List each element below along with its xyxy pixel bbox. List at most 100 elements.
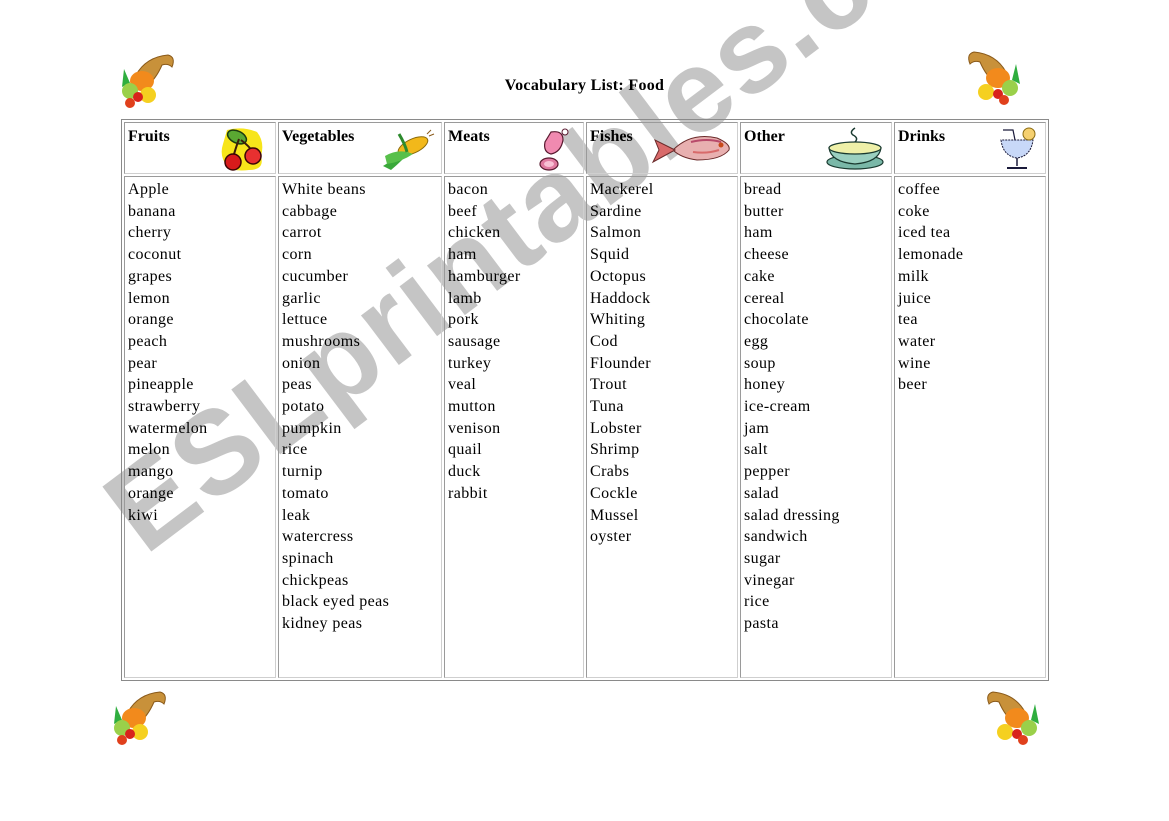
word-item: bacon [448,181,489,198]
word-item: beef [448,202,478,220]
word-item: cabbage [282,202,338,220]
word-item: butter [744,202,784,220]
word-item: jam [744,419,770,437]
fish-icon [651,126,735,172]
column-header: Other [744,128,785,145]
word-item: honey [744,376,786,394]
word-item: pear [128,354,158,372]
word-item: chickpeas [282,571,349,589]
word-item: leak [282,506,311,524]
corn-icon [379,126,435,172]
column-vegetables: White beans cabbage carrot corn cucumber garl… [278,176,442,678]
word-list: bread butter ham cheese cake cereal chocolate e… [744,177,888,635]
word-item: rice [282,441,308,459]
word-item: wine [898,354,931,372]
word-item: White beans [282,181,366,198]
word-item: turnip [282,463,323,481]
word-item: black eyed peas [282,593,390,611]
word-item: turkey [448,354,492,372]
word-item: duck [448,463,481,481]
word-item: Flounder [590,354,651,372]
word-item: ham [448,246,477,264]
word-item: Cod [590,332,618,350]
word-item: Squid [590,246,630,264]
word-item: mutton [448,398,496,416]
column-header: Fruits [128,128,170,145]
word-item: tea [898,311,918,329]
word-item: sandwich [744,528,808,546]
word-item: Lobster [590,419,642,437]
word-item: strawberry [128,398,201,416]
cornucopia-icon [116,53,180,111]
word-item: Whiting [590,311,646,329]
word-item: soup [744,354,776,372]
cornucopia-icon [962,50,1026,108]
word-item: milk [898,267,929,285]
word-item: banana [128,202,176,220]
word-list: Apple banana cherry coconut grapes lemon orang… [128,177,272,526]
word-item: lemon [128,289,170,307]
column-header: Meats [448,128,490,145]
word-item: melon [128,441,170,459]
word-item: cereal [744,289,785,307]
word-item: salt [744,441,768,459]
word-item: cake [744,267,775,285]
header-cell-fishes: Fishes [586,122,738,174]
word-item: chicken [448,224,501,242]
header-cell-drinks: Drinks [894,122,1046,174]
cornucopia-icon [108,690,172,748]
word-item: Cockle [590,484,638,502]
word-item: Trout [590,376,627,394]
cornucopia-icon [981,690,1045,748]
word-item: corn [282,246,313,264]
word-item: coconut [128,246,182,264]
word-item: rabbit [448,484,488,502]
word-item: pepper [744,463,790,481]
word-item: Sardine [590,202,642,220]
word-item: water [898,332,936,350]
word-list: White beans cabbage carrot corn cucumber garl… [282,177,438,635]
word-item: watercress [282,528,354,546]
word-item: peach [128,332,168,350]
word-item: kiwi [128,506,159,524]
word-item: vinegar [744,571,795,589]
word-list: bacon beef chicken ham hamburger lamb pork saus… [448,177,580,505]
word-item: potato [282,398,325,416]
column-header: Vegetables [282,128,355,145]
word-item: oyster [590,528,632,546]
word-item: cherry [128,224,172,242]
vocabulary-table: Fruits Vegetables Meats Fishes Other Dri… [121,119,1049,681]
word-item: bread [744,181,782,198]
ham-icon [521,126,577,172]
word-list: Mackerel Sardine Salmon Squid Octopus Haddock… [590,177,734,548]
word-item: Haddock [590,289,651,307]
word-item: orange [128,484,174,502]
header-cell-other: Other [740,122,892,174]
word-item: lettuce [282,311,328,329]
word-item: rice [744,593,770,611]
word-item: lamb [448,289,482,307]
soup-bowl-icon [823,126,885,172]
word-item: Apple [128,181,170,198]
column-other: bread butter ham cheese cake cereal chocolate e… [740,176,892,678]
header-cell-fruits: Fruits [124,122,276,174]
word-item: pork [448,311,479,329]
header-row: Fruits Vegetables Meats Fishes Other Dri… [124,122,1046,174]
word-item: coke [898,202,930,220]
word-item: garlic [282,289,321,307]
word-item: iced tea [898,224,951,242]
word-item: Mussel [590,506,639,524]
word-item: peas [282,376,313,394]
word-list: coffee coke iced tea lemonade milk juice tea wa… [898,177,1042,396]
word-item: ice-cream [744,398,811,416]
word-item: Octopus [590,267,647,285]
word-item: Tuna [590,398,624,416]
word-item: onion [282,354,321,372]
word-item: coffee [898,181,941,198]
word-item: orange [128,311,174,329]
word-item: ham [744,224,773,242]
word-item: Salmon [590,224,642,242]
words-row: Apple banana cherry coconut grapes lemon orang… [124,176,1046,678]
column-header: Drinks [898,128,946,145]
word-item: chocolate [744,311,809,329]
